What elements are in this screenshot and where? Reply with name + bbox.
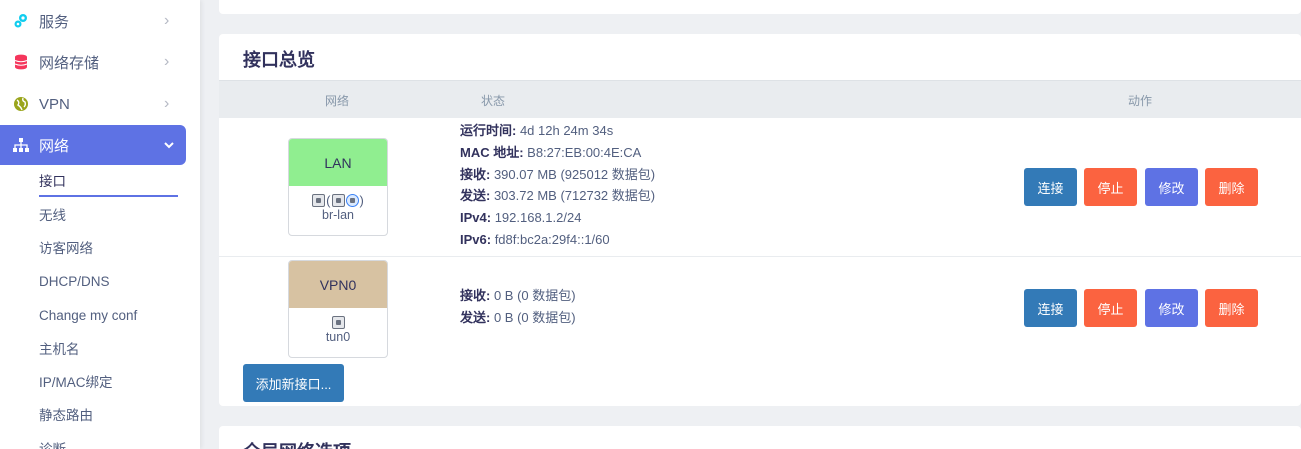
interface-device-box: tun0 [289, 308, 387, 357]
interface-device: br-lan [322, 208, 354, 222]
sidebar-subitem-guest-network[interactable]: 访客网络 [39, 239, 93, 259]
tunnel-icon [331, 315, 345, 329]
database-icon [12, 53, 30, 71]
sidebar-item-vpn[interactable]: VPN › [0, 84, 186, 124]
sidebar-item-label: 网络 [39, 137, 70, 155]
sidebar-item-label: 网络存储 [39, 54, 100, 72]
edit-button[interactable]: 修改 [1145, 168, 1198, 206]
sidebar-subitem-ip-mac-binding[interactable]: IP/MAC绑定 [39, 373, 113, 393]
previous-card [219, 0, 1301, 14]
add-interface-button[interactable]: 添加新接口... [243, 364, 344, 402]
device-icons: ( ) [289, 192, 387, 208]
interface-status-lan: 运行时间: 4d 12h 24m 34s MAC 地址: B8:27:EB:00… [460, 120, 655, 251]
sidebar-subitem-hostname[interactable]: 主机名 [39, 340, 80, 360]
page-title: 接口总览 [243, 50, 315, 70]
interface-name: VPN0 [289, 261, 387, 308]
sidebar-item-label: 服务 [39, 13, 70, 31]
edit-button[interactable]: 修改 [1145, 289, 1198, 327]
gears-icon [12, 12, 30, 30]
active-underline [39, 195, 178, 197]
section-title: 全局网络选项 [243, 438, 351, 449]
status-line: MAC 地址: B8:27:EB:00:4E:CA [460, 144, 642, 160]
status-line: IPv6: fd8f:bc2a:29f4::1/60 [460, 231, 610, 247]
status-line: 发送: 0 B (0 数据包) [460, 309, 576, 325]
sidebar-subitem-diagnostics[interactable]: 诊断 [39, 440, 66, 449]
chevron-right-icon: › [164, 12, 170, 29]
stop-button[interactable]: 停止 [1084, 289, 1137, 327]
interface-badge-vpn0[interactable]: VPN0 tun0 [288, 260, 388, 358]
delete-button[interactable]: 删除 [1205, 168, 1258, 206]
sidebar-item-label: VPN [39, 95, 70, 113]
status-line: 发送: 303.72 MB (712732 数据包) [460, 188, 656, 204]
sidebar-item-network-storage[interactable]: 网络存储 › [0, 42, 186, 82]
ethernet-icon [312, 193, 326, 207]
sidebar-subitem-dhcp-dns[interactable]: DHCP/DNS [39, 272, 110, 292]
sidebar-subitem-interfaces[interactable]: 接口 [39, 172, 66, 192]
interface-status-vpn0: 接收: 0 B (0 数据包) 发送: 0 B (0 数据包) [460, 285, 576, 329]
sidebar-subitem-change-my-conf[interactable]: Change my conf [39, 306, 137, 326]
status-line: 接收: 0 B (0 数据包) [460, 288, 576, 303]
globe-icon [12, 95, 30, 113]
sidebar-subitem-wireless[interactable]: 无线 [39, 206, 66, 226]
interface-device-box: ( ) br-lan [289, 186, 387, 235]
row-divider [219, 256, 1301, 257]
sidebar-item-network[interactable]: 网络 [0, 125, 186, 165]
wifi-icon [345, 193, 359, 207]
chevron-right-icon: › [164, 95, 170, 112]
sidebar: 服务 › 网络存储 › VPN › 网络 接口 无线 访客网络 DHCP/DNS… [0, 0, 200, 449]
table-header: 网络 状态 动作 [219, 80, 1301, 118]
column-header-network: 网络 [325, 94, 350, 108]
stop-button[interactable]: 停止 [1084, 168, 1137, 206]
interface-name: LAN [289, 139, 387, 186]
status-line: IPv4: 192.168.1.2/24 [460, 210, 582, 226]
ethernet-icon [331, 193, 345, 207]
delete-button[interactable]: 删除 [1205, 289, 1258, 327]
chevron-right-icon: › [164, 53, 170, 70]
column-header-status: 状态 [481, 94, 506, 108]
status-line: 接收: 390.07 MB (925012 数据包) [460, 166, 656, 182]
global-network-options-card: 全局网络选项 [219, 426, 1301, 449]
connect-button[interactable]: 连接 [1024, 168, 1077, 206]
status-line: 运行时间: 4d 12h 24m 34s [460, 123, 614, 138]
chevron-down-icon [164, 136, 174, 154]
sidebar-item-services[interactable]: 服务 › [0, 1, 186, 41]
sidebar-subitem-static-routes[interactable]: 静态路由 [39, 406, 93, 426]
interface-overview-card: 接口总览 网络 状态 动作 LAN ( ) br-lan 运行时间: 4d 12… [219, 34, 1301, 406]
column-header-actions: 动作 [1128, 94, 1153, 108]
sitemap-icon [12, 136, 30, 154]
interface-badge-lan[interactable]: LAN ( ) br-lan [288, 138, 388, 236]
connect-button[interactable]: 连接 [1024, 289, 1077, 327]
device-icons [289, 314, 387, 330]
interface-device: tun0 [325, 330, 351, 344]
